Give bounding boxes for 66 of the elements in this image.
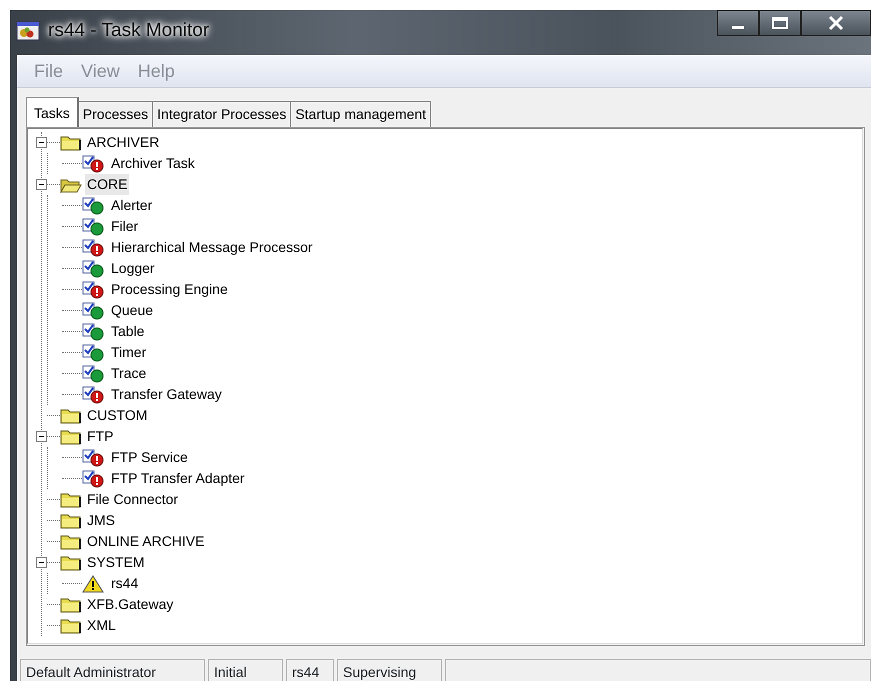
tree-item[interactable]: FTP Service: [109, 447, 190, 468]
folder-icon: [60, 408, 82, 424]
tree-item[interactable]: File Connector: [85, 489, 180, 510]
folder-icon: [60, 134, 82, 150]
task-running-icon: [82, 302, 106, 320]
tree-item[interactable]: JMS: [85, 510, 117, 531]
folder-icon: [60, 534, 82, 550]
open-folder-icon: [60, 176, 82, 192]
folder-icon: [60, 492, 82, 508]
close-button[interactable]: [801, 10, 871, 36]
status-field: Initial: [208, 659, 283, 681]
tree-item[interactable]: ARCHIVER: [85, 132, 162, 153]
tree-item[interactable]: Archiver Task: [109, 153, 197, 174]
tree-item[interactable]: Filer: [109, 216, 140, 237]
tree-item[interactable]: XFB.Gateway: [85, 594, 176, 615]
tree-item[interactable]: FTP Transfer Adapter: [109, 468, 247, 489]
task-running-icon: [82, 344, 106, 362]
tree-item[interactable]: Processing Engine: [109, 279, 230, 300]
collapse-toggle[interactable]: [36, 557, 47, 568]
tree-item[interactable]: Trace: [109, 363, 148, 384]
warning-icon: [82, 574, 106, 592]
folder-icon: [60, 512, 82, 528]
tree-item[interactable]: Hierarchical Message Processor: [109, 237, 315, 258]
status-field: Supervising: [337, 659, 442, 681]
app-icon: [16, 21, 40, 41]
tree-item[interactable]: Alerter: [109, 195, 154, 216]
tree-item[interactable]: CORE: [85, 174, 130, 195]
collapse-toggle[interactable]: [36, 431, 47, 442]
tree-item[interactable]: Transfer Gateway: [109, 384, 224, 405]
close-icon: [828, 15, 844, 31]
minimize-button[interactable]: [717, 10, 759, 36]
collapse-toggle[interactable]: [36, 137, 47, 148]
task-error-icon: [82, 154, 106, 172]
task-error-icon: [82, 386, 106, 404]
task-running-icon: [82, 364, 106, 382]
folder-icon: [60, 618, 82, 634]
maximize-button[interactable]: [759, 10, 801, 36]
status-field: rs44: [286, 659, 334, 681]
tree-item[interactable]: ONLINE ARCHIVE: [85, 531, 206, 552]
tree-item[interactable]: Logger: [109, 258, 157, 279]
status-field: Default Administrator: [20, 659, 205, 681]
tree-item[interactable]: FTP: [85, 426, 116, 447]
tree-item[interactable]: rs44: [109, 573, 140, 594]
folder-icon: [60, 428, 82, 444]
folder-icon: [60, 554, 82, 570]
tree-item[interactable]: Timer: [109, 342, 148, 363]
window-title: rs44 - Task Monitor: [48, 18, 210, 43]
tab[interactable]: Tasks: [26, 97, 79, 127]
minimize-icon: [732, 26, 744, 29]
collapse-toggle[interactable]: [36, 179, 47, 190]
task-running-icon: [82, 218, 106, 236]
task-error-icon: [82, 448, 106, 466]
task-error-icon: [82, 470, 106, 488]
tab[interactable]: Startup management: [290, 101, 432, 127]
task-error-icon: [82, 238, 106, 256]
task-running-icon: [82, 260, 106, 278]
tree-item[interactable]: Queue: [109, 300, 156, 321]
tree-item[interactable]: XML: [85, 615, 118, 636]
tree-item[interactable]: Table: [109, 321, 146, 342]
task-error-icon: [82, 280, 106, 298]
tree-item[interactable]: CUSTOM: [85, 405, 150, 426]
folder-icon: [60, 596, 82, 612]
task-running-icon: [82, 196, 106, 214]
maximize-icon: [771, 16, 789, 30]
task-running-icon: [82, 322, 106, 340]
tree-item[interactable]: SYSTEM: [85, 552, 147, 573]
